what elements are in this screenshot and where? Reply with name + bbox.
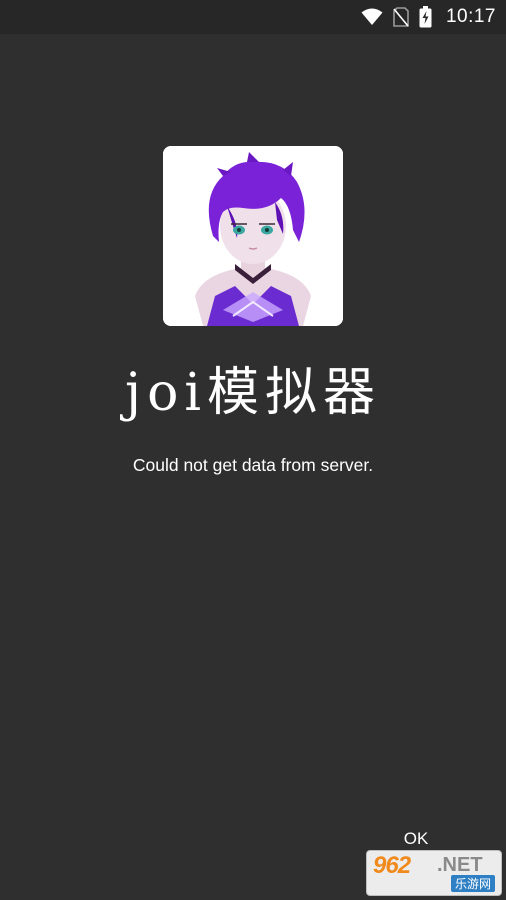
- watermark-number: 962: [373, 852, 411, 879]
- app-icon: [163, 146, 343, 326]
- status-icons: 10:17: [361, 0, 496, 34]
- watermark-logo: 962 .NET 乐游网: [366, 850, 502, 896]
- status-time: 10:17: [445, 6, 496, 27]
- watermark-suffix: .NET: [437, 854, 483, 876]
- watermark-site-name: 乐游网: [450, 875, 495, 892]
- app-title: joi模拟器: [124, 363, 382, 423]
- error-message: Could not get data from server.: [132, 455, 374, 475]
- wifi-icon: [361, 8, 383, 26]
- battery-charging-icon: [419, 6, 432, 28]
- status-bar: 10:17: [0, 0, 506, 34]
- no-sim-icon: [393, 7, 409, 27]
